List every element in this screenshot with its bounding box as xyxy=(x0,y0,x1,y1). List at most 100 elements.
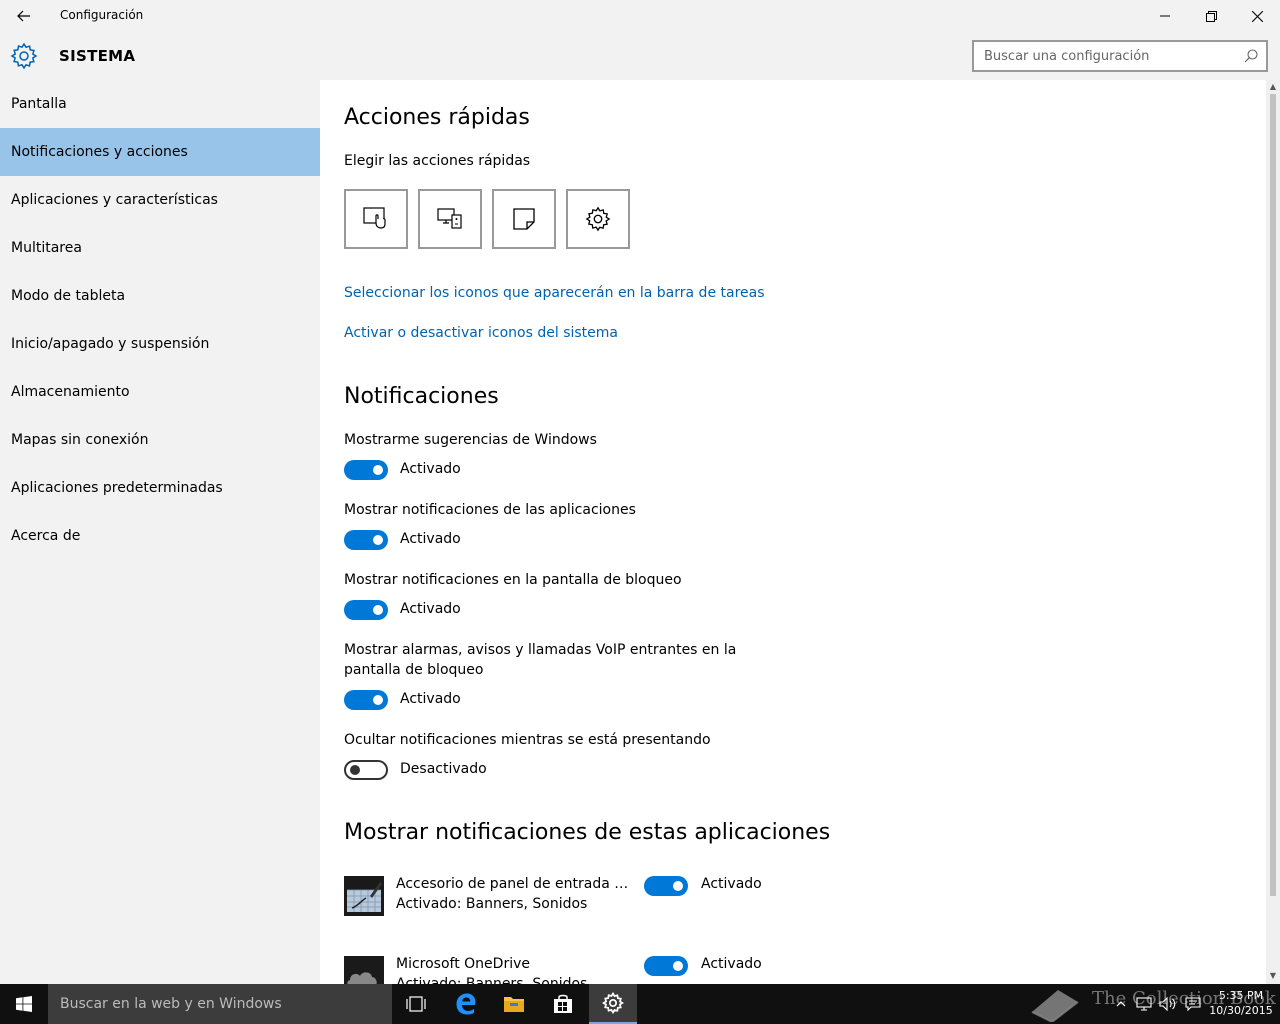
app-row[interactable]: Microsoft OneDrive Activado: Banners, So… xyxy=(344,956,804,984)
quick-actions-heading: Acciones rápidas xyxy=(344,105,530,130)
back-button[interactable] xyxy=(8,0,40,32)
setting-label-alarms: Mostrar alarmas, avisos y llamadas VoIP … xyxy=(344,642,737,678)
sidebar-item-acerca-de[interactable]: Acerca de xyxy=(0,512,320,560)
settings-header: SISTEMA xyxy=(0,32,1280,80)
suggestions-toggle[interactable] xyxy=(344,460,388,480)
toggle-state: Desactivado xyxy=(400,761,487,777)
quick-action-settings[interactable] xyxy=(566,189,630,249)
settings-taskbar-button[interactable] xyxy=(589,984,637,1024)
pen-input-app-icon xyxy=(344,876,384,916)
app-detail: Activado: Banners, Sonidos xyxy=(396,976,588,984)
app-toggle-state: Activado xyxy=(701,876,762,892)
title-bar: Configuración xyxy=(0,0,1280,32)
main-content: Acciones rápidas Elegir las acciones ráp… xyxy=(320,80,1266,984)
taskbar-icons-link[interactable]: Seleccionar los iconos que aparecerán en… xyxy=(344,285,765,301)
scroll-thumb[interactable] xyxy=(1270,94,1276,896)
minimize-icon xyxy=(1160,15,1170,17)
note-icon xyxy=(513,208,535,230)
sidebar-item-almacenamiento[interactable]: Almacenamiento xyxy=(0,368,320,416)
system-icons-link[interactable]: Activar o desactivar iconos del sistema xyxy=(344,325,618,341)
scroll-up-arrow-icon[interactable]: ▲ xyxy=(1269,83,1277,91)
alarms-toggle[interactable] xyxy=(344,690,388,710)
lock-screen-toggle[interactable] xyxy=(344,600,388,620)
windows-logo-icon xyxy=(16,996,32,1012)
app-toggle-state: Activado xyxy=(701,956,762,972)
quick-actions-subtitle: Elegir las acciones rápidas xyxy=(344,153,531,169)
sidebar-item-pantalla[interactable]: Pantalla xyxy=(0,80,320,128)
clock-time: 5:35 PM xyxy=(1218,989,1264,1002)
notifications-heading: Notificaciones xyxy=(344,384,499,409)
volume-icon xyxy=(1159,997,1176,1011)
start-button[interactable] xyxy=(0,984,48,1024)
edge-button[interactable] xyxy=(442,984,490,1024)
restore-button[interactable] xyxy=(1188,0,1234,32)
edge-icon xyxy=(456,993,476,1015)
close-button[interactable] xyxy=(1234,0,1280,32)
toggle-state: Activado xyxy=(400,691,461,707)
taskbar-search-input[interactable] xyxy=(48,984,392,1024)
sidebar-item-notificaciones[interactable]: Notificaciones y acciones xyxy=(0,128,320,176)
network-button[interactable] xyxy=(1134,984,1154,1024)
task-view-icon xyxy=(406,996,426,1012)
setting-label-lock-screen: Mostrar notificaciones en la pantalla de… xyxy=(344,572,682,588)
scroll-down-arrow-icon[interactable]: ▼ xyxy=(1269,972,1277,980)
sidebar-item-mapas[interactable]: Mapas sin conexión xyxy=(0,416,320,464)
settings-icon xyxy=(585,206,611,232)
window-title: Configuración xyxy=(60,8,144,22)
toggle-state: Activado xyxy=(400,531,461,547)
onedrive-icon xyxy=(344,956,384,984)
quick-actions-tiles xyxy=(344,189,630,249)
taskbar: The Collection Book 5:35 PM 10/30/2015 xyxy=(0,984,1280,1024)
tablet-mode-icon xyxy=(363,207,386,229)
store-button[interactable] xyxy=(539,984,587,1024)
app-toggle[interactable] xyxy=(644,876,688,896)
settings-search[interactable] xyxy=(972,40,1268,72)
task-view-button[interactable] xyxy=(392,984,440,1024)
chevron-up-icon xyxy=(1116,1001,1126,1007)
close-icon xyxy=(1251,10,1263,22)
sidebar-item-aplicaciones[interactable]: Aplicaciones y características xyxy=(0,176,320,224)
setting-label-suggestions: Mostrarme sugerencias de Windows xyxy=(344,432,597,448)
book-watermark-icon xyxy=(1031,990,1079,1022)
app-row[interactable]: Accesorio de panel de entrada ma... Acti… xyxy=(344,876,804,924)
sidebar-item-modo-tableta[interactable]: Modo de tableta xyxy=(0,272,320,320)
file-explorer-button[interactable] xyxy=(490,984,538,1024)
action-center-icon xyxy=(1185,997,1201,1011)
app-name: Microsoft OneDrive xyxy=(396,956,530,972)
show-hidden-icons-button[interactable] xyxy=(1112,984,1130,1024)
setting-label-presenting: Ocultar notificaciones mientras se está … xyxy=(344,732,711,748)
settings-search-input[interactable] xyxy=(974,42,1234,70)
store-icon xyxy=(554,994,572,1013)
taskbar-clock[interactable]: 5:35 PM 10/30/2015 xyxy=(1206,988,1276,1018)
clock-date: 10/30/2015 xyxy=(1209,1004,1273,1017)
folder-icon xyxy=(504,997,524,1012)
app-notifications-toggle[interactable] xyxy=(344,530,388,550)
arrow-left-icon xyxy=(17,10,30,22)
sidebar-item-predeterminadas[interactable]: Aplicaciones predeterminadas xyxy=(0,464,320,512)
toggle-state: Activado xyxy=(400,601,461,617)
gear-icon xyxy=(10,42,38,70)
presenting-toggle[interactable] xyxy=(344,760,388,780)
gear-icon xyxy=(602,992,624,1014)
network-icon xyxy=(1136,997,1152,1011)
main-scrollbar[interactable]: ▲ ▼ xyxy=(1266,80,1280,984)
minimize-button[interactable] xyxy=(1142,0,1188,32)
quick-action-tablet-mode[interactable] xyxy=(344,189,408,249)
search-icon[interactable] xyxy=(1244,49,1258,63)
apps-heading: Mostrar notificaciones de estas aplicaci… xyxy=(344,820,831,845)
project-icon xyxy=(437,208,462,229)
volume-button[interactable] xyxy=(1158,984,1178,1024)
quick-action-note[interactable] xyxy=(492,189,556,249)
restore-icon xyxy=(1205,10,1217,22)
setting-label-app-notifications: Mostrar notificaciones de las aplicacion… xyxy=(344,502,636,518)
sidebar-item-multitarea[interactable]: Multitarea xyxy=(0,224,320,272)
quick-action-project[interactable] xyxy=(418,189,482,249)
sidebar-item-inicio-apagado[interactable]: Inicio/apagado y suspensión xyxy=(0,320,320,368)
section-title: SISTEMA xyxy=(59,47,136,65)
app-name: Accesorio de panel de entrada ma... xyxy=(396,876,636,892)
app-detail: Activado: Banners, Sonidos xyxy=(396,896,588,912)
taskbar-search[interactable] xyxy=(48,984,392,1024)
app-toggle[interactable] xyxy=(644,956,688,976)
action-center-button[interactable] xyxy=(1182,984,1204,1024)
toggle-state: Activado xyxy=(400,461,461,477)
